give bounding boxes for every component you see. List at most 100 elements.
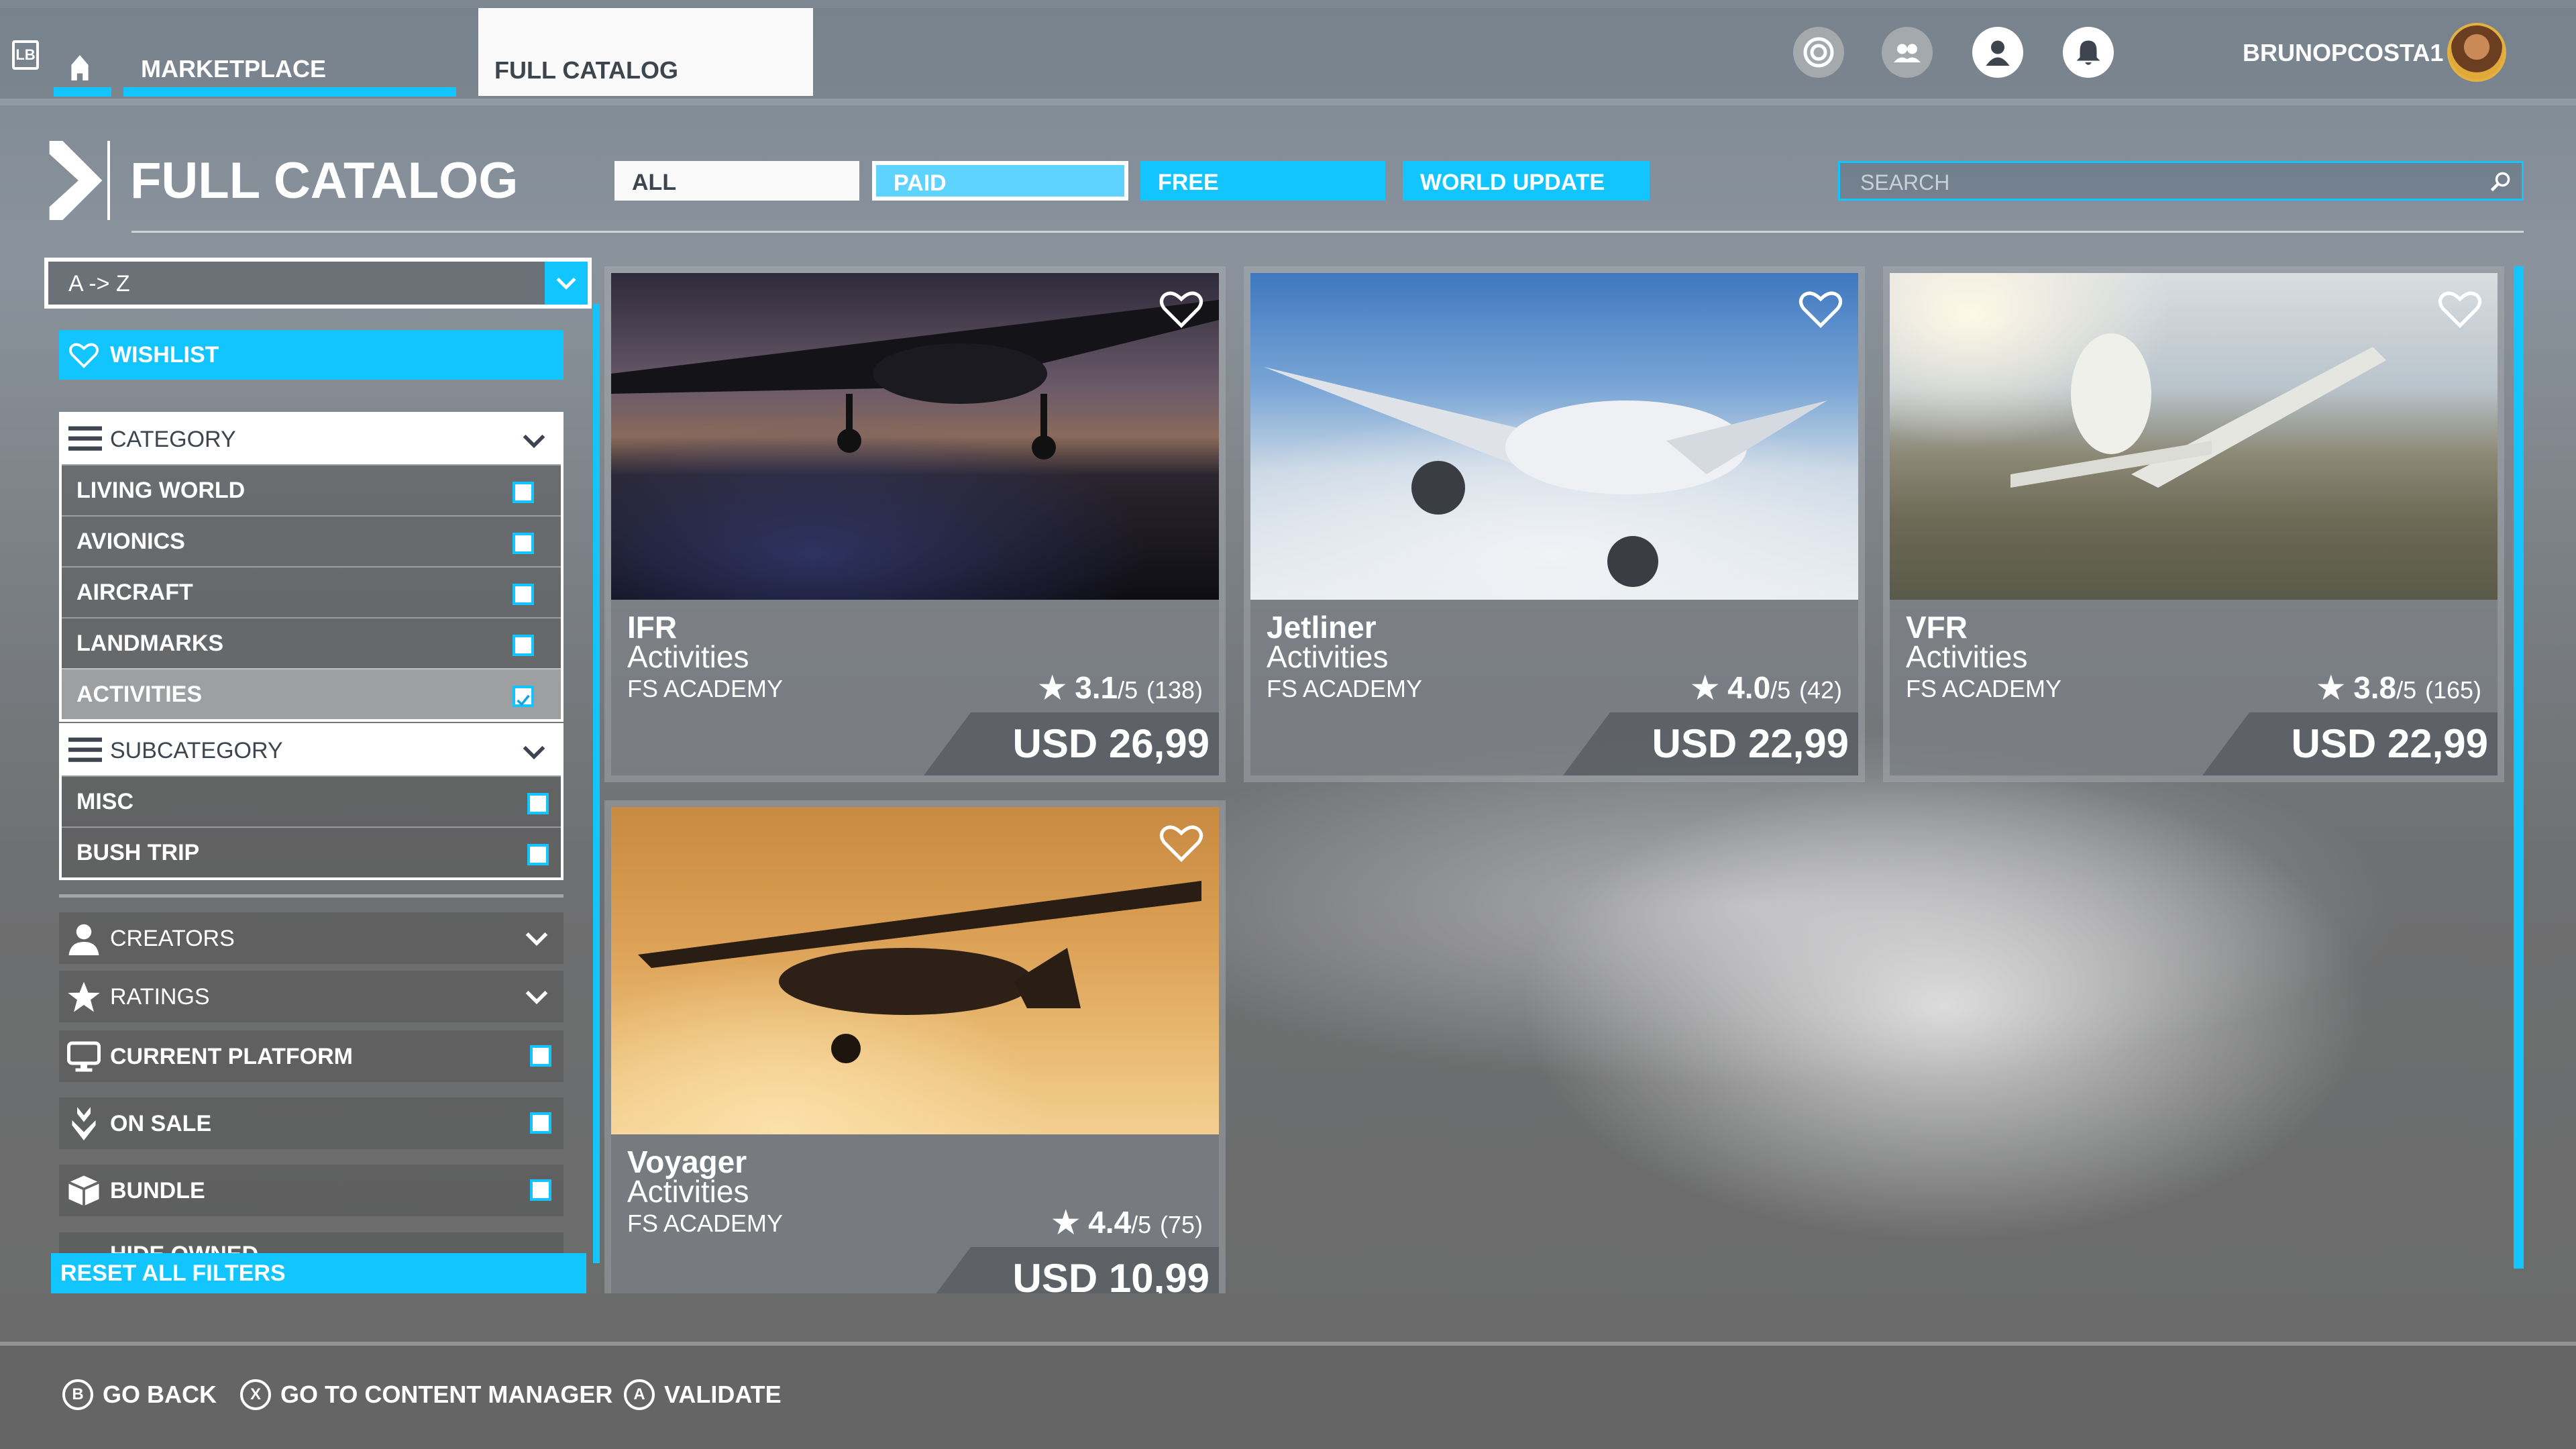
- tab-full-catalog[interactable]: FULL CATALOG: [478, 8, 813, 96]
- avatar[interactable]: [2447, 23, 2506, 82]
- item-label: ACTIVITIES: [76, 682, 203, 707]
- product-rating: ★ 3.1/5 (138): [1038, 669, 1203, 706]
- product-price: USD 22,99: [2202, 712, 2498, 775]
- filter-all-button[interactable]: ALL: [614, 161, 859, 201]
- category-item-activities[interactable]: ACTIVITIES: [62, 668, 561, 719]
- checkbox[interactable]: [513, 533, 534, 554]
- product-card-ifr[interactable]: IFR Activities FS ACADEMY ★ 3.1/5 (138) …: [604, 266, 1226, 782]
- filter-world-update-button[interactable]: WORLD UPDATE: [1403, 161, 1650, 201]
- item-label: MISC: [76, 789, 133, 814]
- checkbox[interactable]: [513, 635, 534, 656]
- hide-owned-filter[interactable]: HIDE OWNED: [59, 1232, 564, 1253]
- home-icon[interactable]: [66, 54, 94, 82]
- item-label: LIVING WORLD: [76, 478, 246, 503]
- validate-label: VALIDATE: [664, 1381, 782, 1408]
- category-item-landmarks[interactable]: LANDMARKS: [62, 617, 561, 668]
- bundle-label: BUNDLE: [110, 1178, 205, 1203]
- chevron-down-icon: [525, 990, 548, 1005]
- bundle-filter[interactable]: BUNDLE: [59, 1165, 564, 1216]
- filter-free-button[interactable]: FREE: [1140, 161, 1385, 201]
- on-sale-label: ON SALE: [110, 1111, 212, 1136]
- b-button-icon: B: [62, 1379, 93, 1410]
- airplane-illustration: [611, 300, 1219, 460]
- chevron-down-icon[interactable]: [522, 431, 546, 451]
- creators-filter[interactable]: CREATORS: [59, 912, 564, 964]
- search-placeholder: SEARCH: [1860, 170, 1950, 195]
- validate-button[interactable]: A VALIDATE: [624, 1379, 782, 1410]
- item-label: LANDMARKS: [76, 631, 224, 656]
- search-input[interactable]: SEARCH: [1838, 161, 2524, 201]
- sort-dropdown[interactable]: A -> Z: [44, 258, 592, 309]
- category-label: CATEGORY: [110, 427, 236, 452]
- divider: [0, 99, 2576, 105]
- divider: [131, 231, 2524, 233]
- product-rating: ★ 4.0/5 (42): [1691, 669, 1842, 706]
- sort-value: A -> Z: [68, 271, 130, 297]
- sidebar-scrollbar[interactable]: [593, 304, 600, 1263]
- title-divider: [107, 141, 110, 220]
- checkbox-checked[interactable]: [513, 686, 534, 707]
- wishlist-button[interactable]: WISHLIST: [59, 330, 564, 380]
- product-price: USD 22,99: [1563, 712, 1858, 775]
- product-info: Jetliner Activities FS ACADEMY ★ 4.0/5 (…: [1250, 600, 1858, 775]
- search-icon[interactable]: [2488, 170, 2512, 194]
- heart-icon[interactable]: [1798, 288, 1843, 329]
- chevron-down-icon[interactable]: [545, 262, 588, 305]
- product-type: Activities: [627, 1174, 749, 1209]
- checkbox[interactable]: [527, 844, 549, 865]
- activity-icon[interactable]: [1793, 27, 1844, 78]
- sale-arrows-icon: [72, 1107, 96, 1140]
- go-to-content-manager-button[interactable]: X GO TO CONTENT MANAGER: [240, 1379, 612, 1410]
- go-back-button[interactable]: B GO BACK: [62, 1379, 217, 1410]
- heart-icon[interactable]: [2437, 288, 2483, 329]
- category-header[interactable]: CATEGORY: [62, 415, 561, 464]
- lb-button-hint: LB: [12, 40, 39, 70]
- product-creator: FS ACADEMY: [627, 675, 784, 702]
- tab-marketplace[interactable]: MARKETPLACE: [141, 55, 326, 83]
- product-type: Activities: [1906, 639, 2028, 674]
- reset-all-filters-button[interactable]: RESET ALL FILTERS: [51, 1253, 586, 1293]
- review-count: (42): [1799, 676, 1842, 704]
- product-creator: FS ACADEMY: [627, 1210, 784, 1237]
- item-label: BUSH TRIP: [76, 840, 200, 865]
- ratings-filter[interactable]: RATINGS: [59, 971, 564, 1022]
- person-icon: [68, 924, 99, 955]
- rating-value: 4.4: [1088, 1205, 1132, 1240]
- category-item-aircraft[interactable]: AIRCRAFT: [62, 566, 561, 617]
- menu-icon: [68, 737, 102, 762]
- top-bar: [0, 8, 2576, 99]
- ratings-label: RATINGS: [110, 984, 210, 1010]
- checkbox[interactable]: [527, 793, 549, 814]
- catalog-scrollbar[interactable]: [2514, 266, 2524, 1269]
- product-image: [611, 807, 1219, 1134]
- product-card-vfr[interactable]: VFR Activities FS ACADEMY ★ 3.8/5 (165) …: [1883, 266, 2504, 782]
- chevron-right-icon: [49, 141, 103, 220]
- subcategory-header[interactable]: SUBCATEGORY: [62, 726, 561, 775]
- rating-value: 4.0: [1727, 670, 1771, 705]
- current-platform-filter[interactable]: CURRENT PLATFORM: [59, 1030, 564, 1082]
- chevron-down-icon[interactable]: [522, 742, 546, 762]
- notifications-bell-icon[interactable]: [2063, 27, 2114, 78]
- heart-icon[interactable]: [1159, 822, 1204, 863]
- subcategory-item-bush-trip[interactable]: BUSH TRIP: [62, 826, 561, 877]
- checkbox[interactable]: [530, 1112, 551, 1134]
- star-icon: ★: [1691, 670, 1719, 705]
- on-sale-filter[interactable]: ON SALE: [59, 1097, 564, 1149]
- heart-icon[interactable]: [1159, 288, 1204, 329]
- product-card-voyager[interactable]: Voyager Activities FS ACADEMY ★ 4.4/5 (7…: [604, 800, 1226, 1293]
- checkbox[interactable]: [513, 482, 534, 503]
- subcategory-item-misc[interactable]: MISC: [62, 775, 561, 826]
- star-icon: ★: [2317, 670, 2345, 705]
- friends-icon[interactable]: [1882, 27, 1933, 78]
- category-item-living-world[interactable]: LIVING WORLD: [62, 464, 561, 515]
- checkbox[interactable]: [530, 1045, 551, 1067]
- profile-icon[interactable]: [1972, 27, 2023, 78]
- checkbox[interactable]: [530, 1179, 551, 1201]
- x-button-icon: X: [240, 1379, 271, 1410]
- product-rating: ★ 3.8/5 (165): [2317, 669, 2481, 706]
- checkbox[interactable]: [513, 584, 534, 605]
- username[interactable]: BRUNOPCOSTA1: [2243, 39, 2443, 67]
- filter-paid-button[interactable]: PAID: [872, 161, 1128, 201]
- category-item-avionics[interactable]: AVIONICS: [62, 515, 561, 566]
- product-card-jetliner[interactable]: Jetliner Activities FS ACADEMY ★ 4.0/5 (…: [1244, 266, 1865, 782]
